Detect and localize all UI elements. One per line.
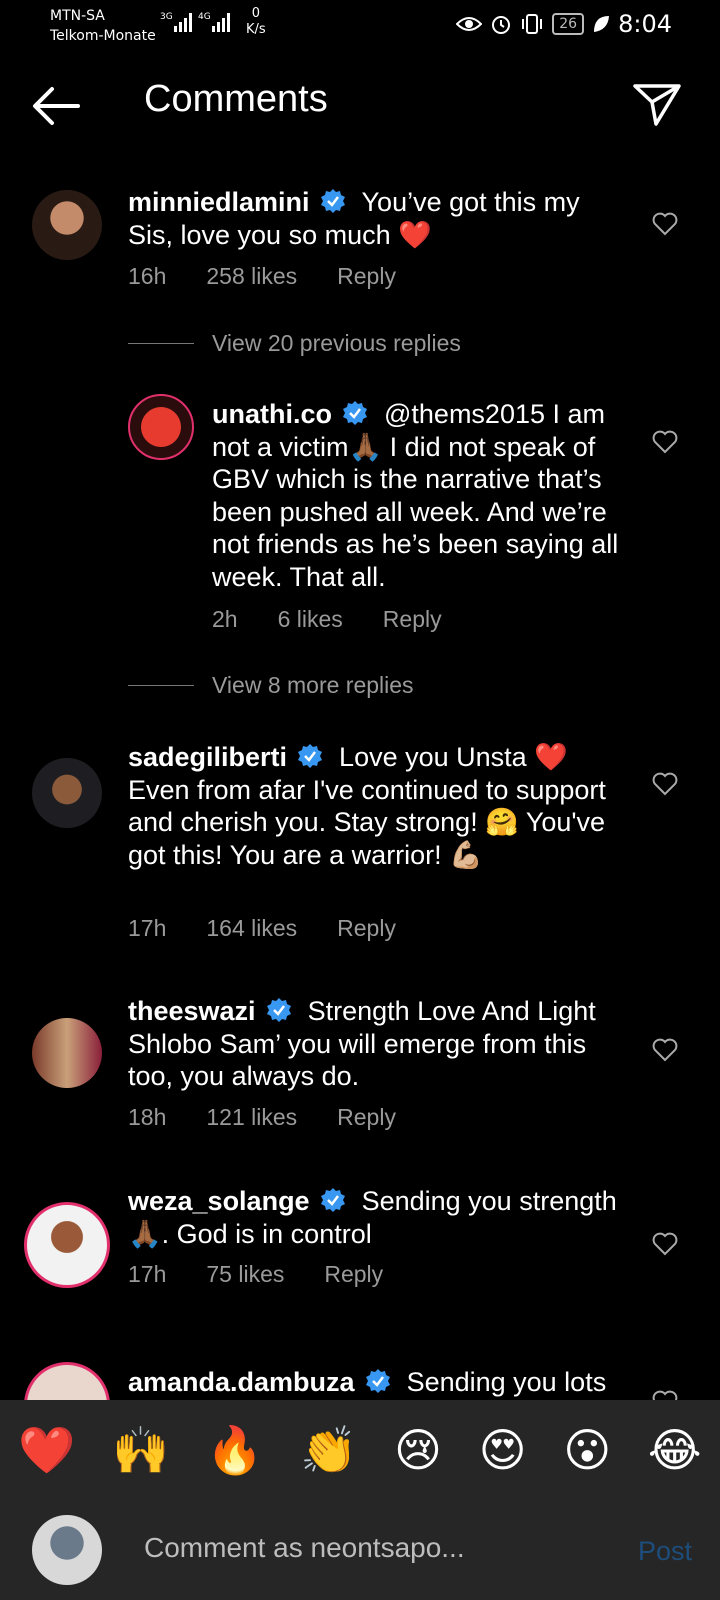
comment-username[interactable]: amanda.dambuza xyxy=(128,1367,355,1397)
reply-button[interactable]: Reply xyxy=(324,1261,383,1288)
comment-username[interactable]: unathi.co xyxy=(212,399,332,429)
comment-username[interactable]: weza_solange xyxy=(128,1186,310,1216)
comment-body: amanda.dambuza Sending you lots xyxy=(128,1366,648,1399)
reaction-crying[interactable]: 😢 xyxy=(394,1427,442,1473)
quick-reaction-bar: ❤️ 🙌 🔥 👏 😢 😍 😮 😂 xyxy=(0,1400,720,1500)
heart-icon xyxy=(652,1232,678,1256)
view-previous-replies[interactable]: View 20 previous replies xyxy=(128,330,461,357)
comment-likes[interactable]: 164 likes xyxy=(206,915,297,942)
reaction-fire[interactable]: 🔥 xyxy=(206,1427,263,1473)
comment-username[interactable]: minniedlamini xyxy=(128,187,310,217)
arrow-left-icon xyxy=(33,87,80,125)
like-button[interactable] xyxy=(652,772,678,800)
verified-badge-icon xyxy=(266,998,291,1022)
page-title: Comments xyxy=(144,78,328,120)
avatar[interactable] xyxy=(24,1202,110,1288)
vibrate-icon xyxy=(522,14,543,34)
comment-likes[interactable]: 121 likes xyxy=(206,1104,297,1131)
heart-icon xyxy=(652,430,678,454)
comment-username[interactable]: theeswazi xyxy=(128,996,256,1026)
carrier-primary: MTN-SA xyxy=(50,8,105,24)
divider-line xyxy=(128,343,194,344)
verified-badge-icon xyxy=(343,401,367,425)
network-speed: 0 K/s xyxy=(246,6,266,38)
comment-body: unathi.co @thems2015 I am not a victim🙏🏾 … xyxy=(212,398,622,593)
reaction-heart[interactable]: ❤️ xyxy=(18,1427,75,1473)
eye-icon xyxy=(456,17,483,31)
comment-time: 18h xyxy=(128,1104,167,1130)
post-button[interactable]: Post xyxy=(638,1536,692,1567)
view-more-replies[interactable]: View 8 more replies xyxy=(128,672,414,699)
avatar[interactable] xyxy=(128,394,194,460)
heart-icon xyxy=(652,212,678,236)
share-button[interactable] xyxy=(632,82,682,128)
signal-icon: 3G 4G xyxy=(160,10,234,37)
comment-meta: 17h 75 likes Reply xyxy=(128,1261,383,1288)
comment-time: 17h xyxy=(128,915,167,941)
comment-input[interactable]: Comment as neontsapo... xyxy=(144,1532,465,1564)
reply-button[interactable]: Reply xyxy=(383,606,442,633)
like-button[interactable] xyxy=(652,212,678,240)
back-button[interactable] xyxy=(30,84,82,128)
comment-text: Sending you lots xyxy=(406,1367,607,1397)
leaf-icon xyxy=(594,16,610,32)
comment-body: minniedlamini You’ve got this my Sis, lov… xyxy=(128,186,608,251)
comment-likes[interactable]: 75 likes xyxy=(206,1261,284,1288)
paper-plane-icon xyxy=(633,84,681,126)
like-button[interactable] xyxy=(652,1232,678,1260)
verified-badge-icon xyxy=(320,1188,345,1212)
reply-button[interactable]: Reply xyxy=(337,1104,396,1131)
comment-body: theeswazi Strength Love And Light Shlobo … xyxy=(128,995,618,1093)
verified-badge-icon xyxy=(365,1369,390,1393)
avatar[interactable] xyxy=(32,190,102,260)
status-icons: 26 8:04 xyxy=(456,10,672,38)
speed-unit: K/s xyxy=(246,22,266,37)
comment-time: 2h xyxy=(212,606,238,632)
svg-text:4G: 4G xyxy=(198,12,211,22)
avatar[interactable] xyxy=(32,1018,102,1088)
carrier-info: MTN-SA Telkom-Monate xyxy=(50,6,156,46)
view-more-label: View 8 more replies xyxy=(212,672,414,698)
clock-time: 8:04 xyxy=(618,10,672,38)
comment-likes[interactable]: 258 likes xyxy=(206,263,297,290)
comment-meta: 16h 258 likes Reply xyxy=(128,263,396,290)
comment-time: 17h xyxy=(128,1261,167,1287)
comment-time: 16h xyxy=(128,263,167,289)
comment-body: weza_solange Sending you strength 🙏🏾. God… xyxy=(128,1185,628,1250)
carrier-secondary: Telkom-Monate xyxy=(50,28,156,44)
reaction-surprised[interactable]: 😮 xyxy=(563,1427,611,1473)
battery-indicator: 26 xyxy=(552,13,585,35)
heart-icon xyxy=(652,1038,678,1062)
comment-meta: 2h 6 likes Reply xyxy=(212,606,442,633)
reaction-clap[interactable]: 👏 xyxy=(300,1427,357,1473)
comment-meta: 18h 121 likes Reply xyxy=(128,1104,396,1131)
heart-icon xyxy=(652,772,678,796)
alarm-icon xyxy=(492,16,511,34)
avatar[interactable] xyxy=(32,758,102,828)
verified-badge-icon xyxy=(298,744,323,768)
like-button[interactable] xyxy=(652,430,678,458)
speed-value: 0 xyxy=(251,6,260,21)
reply-button[interactable]: Reply xyxy=(337,915,396,942)
verified-badge-icon xyxy=(320,189,345,213)
comment-meta: 17h 164 likes Reply xyxy=(128,915,396,942)
comment-body: sadegiliberti Love you Unsta ❤️ Even from… xyxy=(128,741,608,871)
like-button[interactable] xyxy=(652,1038,678,1066)
reaction-raising-hands[interactable]: 🙌 xyxy=(112,1427,169,1473)
svg-text:3G: 3G xyxy=(160,12,173,22)
comment-username[interactable]: sadegiliberti xyxy=(128,742,287,772)
reaction-heart-eyes[interactable]: 😍 xyxy=(479,1427,527,1473)
user-avatar xyxy=(32,1515,102,1585)
comment-likes[interactable]: 6 likes xyxy=(278,606,343,633)
comment-emoji: ❤️ xyxy=(398,219,432,250)
divider-line xyxy=(128,685,194,686)
reply-button[interactable]: Reply xyxy=(337,263,396,290)
view-previous-label: View 20 previous replies xyxy=(212,330,461,356)
reaction-laughing[interactable]: 😂 xyxy=(648,1427,702,1473)
